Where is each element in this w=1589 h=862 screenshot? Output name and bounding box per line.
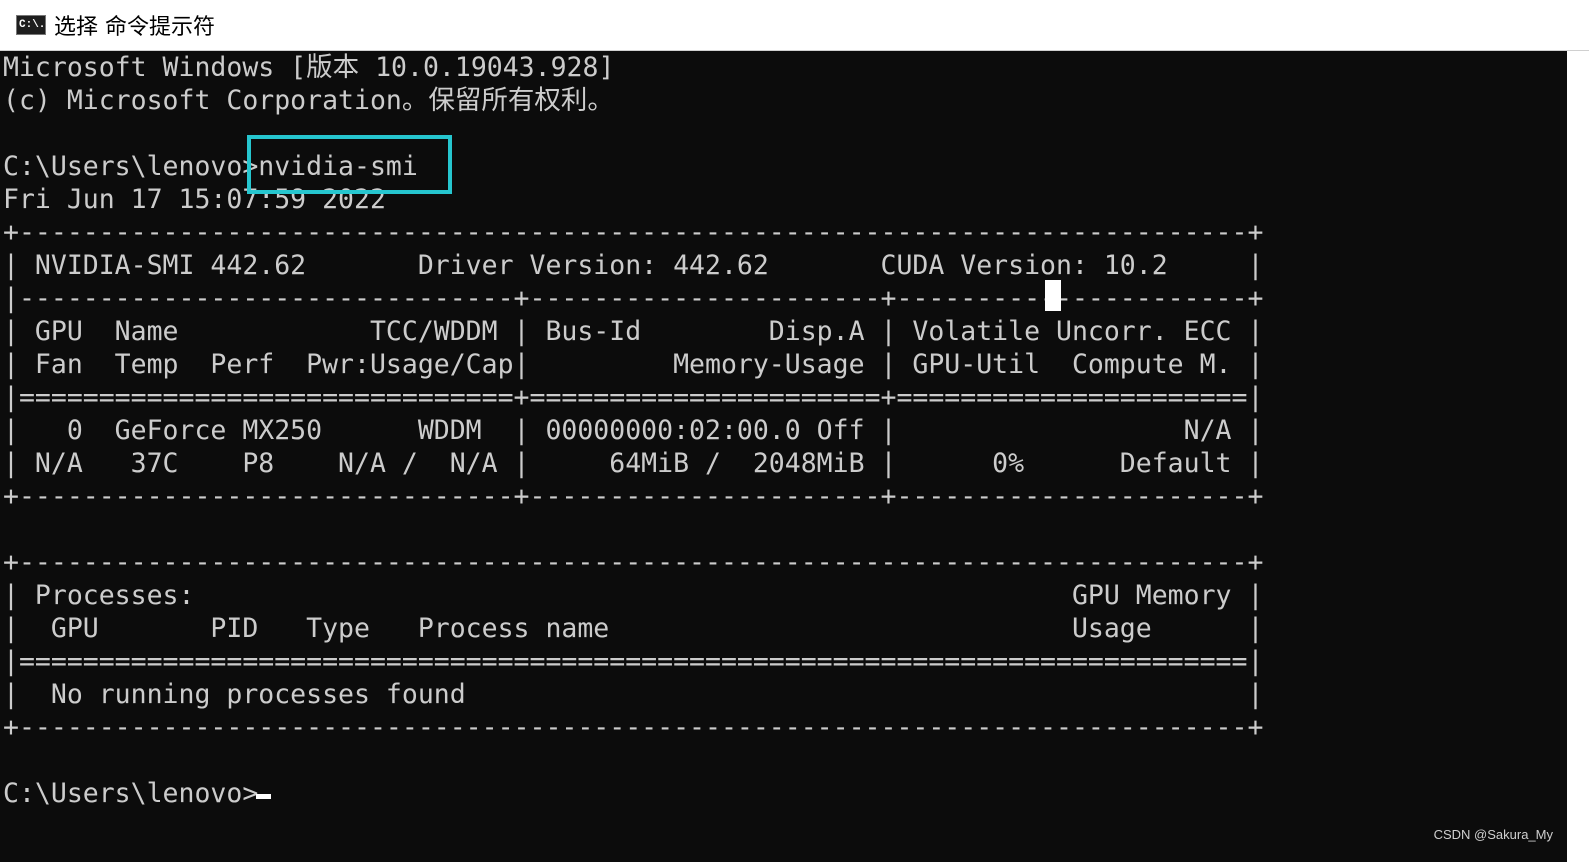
- processes-header-row: | GPU PID Type Process name Usage |: [3, 613, 1264, 644]
- console-line-timestamp: Fri Jun 17 15:07:59 2022: [3, 184, 386, 215]
- smi-header-row-2: | Fan Temp Perf Pwr:Usage/Cap| Memory-Us…: [3, 349, 1264, 380]
- cmd-icon: C:\.: [16, 15, 46, 35]
- console-line-command: C:\Users\lenovo>nvidia-smi: [3, 151, 418, 182]
- title-bar[interactable]: C:\. 选择 命令提示符: [0, 0, 1589, 51]
- smi-table-divider: |-------------------------------+-------…: [3, 283, 1264, 314]
- smi-table-border-top: +---------------------------------------…: [3, 217, 1264, 248]
- window-edge: [1567, 51, 1589, 862]
- console-line-copyright: (c) Microsoft Corporation。保留所有权利。: [3, 85, 614, 116]
- processes-empty-row: | No running processes found |: [3, 679, 1264, 710]
- selection-marker: [1045, 280, 1061, 311]
- window-title: 选择 命令提示符: [54, 15, 215, 40]
- smi-header-separator: |===============================+=======…: [3, 382, 1264, 413]
- processes-separator: |=======================================…: [3, 646, 1264, 677]
- smi-header-row-1: | GPU Name TCC/WDDM | Bus-Id Disp.A | Vo…: [3, 316, 1264, 347]
- processes-title-row: | Processes: GPU Memory |: [3, 580, 1264, 611]
- smi-gpu-row-1: | 0 GeForce MX250 WDDM | 00000000:02:00.…: [3, 415, 1264, 446]
- text-cursor: [256, 794, 271, 799]
- processes-border-bottom: +---------------------------------------…: [3, 712, 1264, 743]
- console-line-version: Microsoft Windows [版本 10.0.19043.928]: [3, 52, 615, 83]
- console-prompt[interactable]: C:\Users\lenovo>: [3, 777, 258, 810]
- smi-table-border-bottom: +-------------------------------+-------…: [3, 481, 1264, 512]
- watermark: CSDN @Sakura_My: [1433, 827, 1553, 842]
- processes-border-top: +---------------------------------------…: [3, 547, 1264, 578]
- console-output[interactable]: Microsoft Windows [版本 10.0.19043.928] (c…: [3, 51, 1567, 862]
- smi-gpu-row-2: | N/A 37C P8 N/A / N/A | 64MiB / 2048MiB…: [3, 448, 1264, 479]
- smi-version-row: | NVIDIA-SMI 442.62 Driver Version: 442.…: [3, 250, 1264, 281]
